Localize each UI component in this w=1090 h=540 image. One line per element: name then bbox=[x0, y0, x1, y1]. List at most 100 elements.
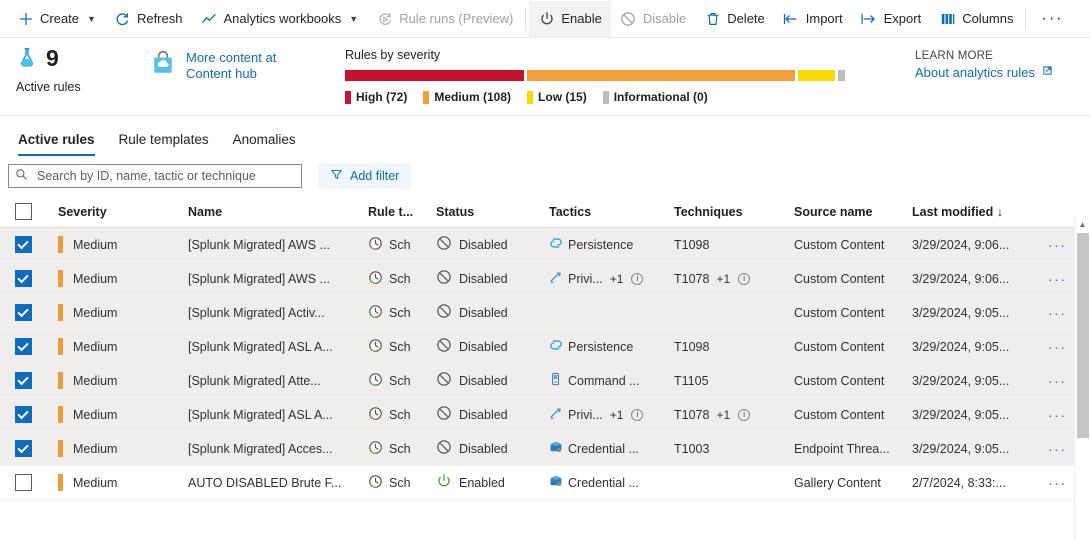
table-row[interactable]: Medium[Splunk Migrated] Activ...SchDisab… bbox=[0, 296, 1090, 330]
cell-name[interactable]: [Splunk Migrated] ASL A... bbox=[188, 408, 368, 422]
table-row[interactable]: Medium[Splunk Migrated] Acces...SchDisab… bbox=[0, 432, 1090, 466]
row-checkbox[interactable] bbox=[15, 338, 32, 355]
info-icon[interactable]: i bbox=[631, 273, 643, 285]
rule-name[interactable]: [Splunk Migrated] Activ... bbox=[188, 306, 325, 320]
cell-status: Disabled bbox=[436, 405, 549, 424]
cell-rule-type: Sch bbox=[368, 304, 436, 322]
column-header-rule-type[interactable]: Rule t... bbox=[368, 205, 436, 219]
column-header-name[interactable]: Name bbox=[188, 205, 368, 219]
cell-severity: Medium bbox=[46, 270, 188, 287]
rule-name[interactable]: [Splunk Migrated] AWS ... bbox=[188, 272, 330, 286]
create-button[interactable]: Create▼ bbox=[8, 1, 105, 37]
row-checkbox[interactable] bbox=[15, 304, 32, 321]
row-checkbox-cell[interactable] bbox=[0, 304, 46, 321]
rule-name[interactable]: [Splunk Migrated] ASL A... bbox=[188, 408, 333, 422]
row-context-menu-button[interactable]: ··· bbox=[1048, 441, 1067, 457]
row-checkbox-cell[interactable] bbox=[0, 474, 46, 491]
last-modified-label: 3/29/2024, 9:06... bbox=[912, 238, 1009, 252]
row-context-menu-button[interactable]: ··· bbox=[1048, 271, 1067, 287]
vertical-scrollbar[interactable]: ▲ bbox=[1074, 216, 1090, 540]
row-context-menu-button[interactable]: ··· bbox=[1048, 339, 1067, 355]
cell-name[interactable]: [Splunk Migrated] Activ... bbox=[188, 306, 368, 320]
info-icon[interactable]: i bbox=[631, 409, 643, 421]
column-header-last-modified[interactable]: Last modified ↓ bbox=[912, 205, 1040, 219]
row-checkbox[interactable] bbox=[15, 270, 32, 287]
scrollbar-thumb[interactable] bbox=[1077, 233, 1089, 438]
content-hub-line1[interactable]: More content at bbox=[186, 50, 276, 66]
more-commands-button[interactable]: ··· bbox=[1029, 1, 1075, 37]
chevron-down-icon[interactable]: ▼ bbox=[349, 14, 358, 24]
analytics-rules-grid: SeverityNameRule t...StatusTacticsTechni… bbox=[0, 196, 1090, 500]
rule-name[interactable]: [Splunk Migrated] AWS ... bbox=[188, 238, 330, 252]
cell-name[interactable]: AUTO DISABLED Brute F... bbox=[188, 476, 368, 490]
table-row[interactable]: Medium[Splunk Migrated] AWS ...SchDisabl… bbox=[0, 228, 1090, 262]
import-button[interactable]: Import bbox=[774, 1, 852, 37]
row-checkbox-cell[interactable] bbox=[0, 372, 46, 389]
row-checkbox[interactable] bbox=[15, 406, 32, 423]
source-name-label: Endpoint Threa... bbox=[794, 442, 890, 456]
search-box[interactable] bbox=[8, 164, 302, 188]
line-chart-icon bbox=[200, 10, 217, 27]
rule-type-label: Sch bbox=[389, 374, 411, 388]
row-context-menu-button[interactable]: ··· bbox=[1048, 475, 1067, 491]
row-checkbox[interactable] bbox=[15, 474, 32, 491]
delete-button[interactable]: Delete bbox=[695, 1, 774, 37]
refresh-button[interactable]: Refresh bbox=[105, 1, 192, 37]
table-row[interactable]: Medium[Splunk Migrated] Atte...SchDisabl… bbox=[0, 364, 1090, 398]
about-analytics-rules-link[interactable]: About analytics rules bbox=[915, 64, 1054, 80]
chevron-down-icon[interactable]: ▼ bbox=[87, 14, 96, 24]
row-checkbox-cell[interactable] bbox=[0, 406, 46, 423]
row-context-menu-button[interactable]: ··· bbox=[1048, 305, 1067, 321]
cell-name[interactable]: [Splunk Migrated] AWS ... bbox=[188, 238, 368, 252]
table-row[interactable]: Medium[Splunk Migrated] AWS ...SchDisabl… bbox=[0, 262, 1090, 296]
table-row[interactable]: Medium[Splunk Migrated] ASL A...SchDisab… bbox=[0, 330, 1090, 364]
export-button-label: Export bbox=[884, 11, 922, 26]
row-context-menu-button[interactable]: ··· bbox=[1048, 407, 1067, 423]
rule-name[interactable]: AUTO DISABLED Brute F... bbox=[188, 476, 341, 490]
row-checkbox[interactable] bbox=[15, 440, 32, 457]
cell-last-modified: 3/29/2024, 9:05... bbox=[912, 306, 1040, 320]
cell-name[interactable]: [Splunk Migrated] Acces... bbox=[188, 442, 368, 456]
cell-name[interactable]: [Splunk Migrated] ASL A... bbox=[188, 340, 368, 354]
info-icon[interactable]: i bbox=[738, 409, 750, 421]
rule-name[interactable]: [Splunk Migrated] Acces... bbox=[188, 442, 333, 456]
cell-tactics: Credential ... bbox=[549, 440, 674, 457]
export-button[interactable]: Export bbox=[852, 1, 931, 37]
row-checkbox-cell[interactable] bbox=[0, 440, 46, 457]
cell-name[interactable]: [Splunk Migrated] Atte... bbox=[188, 374, 368, 388]
tab-rule-templates[interactable]: Rule templates bbox=[109, 131, 219, 156]
rule-type-label: Sch bbox=[389, 238, 411, 252]
content-hub-line2[interactable]: Content hub bbox=[186, 66, 276, 82]
search-input[interactable] bbox=[35, 168, 295, 184]
column-header-status[interactable]: Status bbox=[436, 205, 549, 219]
rule-name[interactable]: [Splunk Migrated] Atte... bbox=[188, 374, 321, 388]
select-all-checkbox[interactable] bbox=[15, 203, 32, 220]
column-header-techniques[interactable]: Techniques bbox=[674, 205, 794, 219]
analytics-workbooks-button[interactable]: Analytics workbooks▼ bbox=[191, 1, 367, 37]
scroll-up-arrow-icon[interactable]: ▲ bbox=[1075, 216, 1090, 232]
row-checkbox-cell[interactable] bbox=[0, 338, 46, 355]
column-header-tactics[interactable]: Tactics bbox=[549, 205, 674, 219]
enable-button[interactable]: Enable bbox=[529, 1, 610, 37]
tab-active-rules[interactable]: Active rules bbox=[8, 131, 105, 156]
severity-indicator bbox=[58, 338, 63, 355]
tab-anomalies[interactable]: Anomalies bbox=[223, 131, 306, 156]
add-filter-button[interactable]: Add filter bbox=[318, 163, 411, 189]
column-header-source-name[interactable]: Source name bbox=[794, 205, 912, 219]
row-checkbox-cell[interactable] bbox=[0, 270, 46, 287]
row-context-menu-button[interactable]: ··· bbox=[1048, 237, 1067, 253]
column-header-severity[interactable]: Severity bbox=[46, 205, 188, 219]
row-checkbox-cell[interactable] bbox=[0, 236, 46, 253]
columns-button[interactable]: Columns bbox=[930, 1, 1022, 37]
row-checkbox[interactable] bbox=[15, 236, 32, 253]
info-icon[interactable]: i bbox=[738, 273, 750, 285]
rule-name[interactable]: [Splunk Migrated] ASL A... bbox=[188, 340, 333, 354]
table-row[interactable]: Medium[Splunk Migrated] ASL A...SchDisab… bbox=[0, 398, 1090, 432]
cell-status: Enabled bbox=[436, 473, 549, 492]
table-row[interactable]: MediumAUTO DISABLED Brute F...SchEnabled… bbox=[0, 466, 1090, 500]
rules-by-severity-tile: Rules by severity High (72)Medium (108)L… bbox=[345, 46, 905, 104]
row-context-menu-button[interactable]: ··· bbox=[1048, 373, 1067, 389]
cell-name[interactable]: [Splunk Migrated] AWS ... bbox=[188, 272, 368, 286]
row-checkbox[interactable] bbox=[15, 372, 32, 389]
content-hub-tile[interactable]: More content at Content hub bbox=[150, 46, 345, 82]
